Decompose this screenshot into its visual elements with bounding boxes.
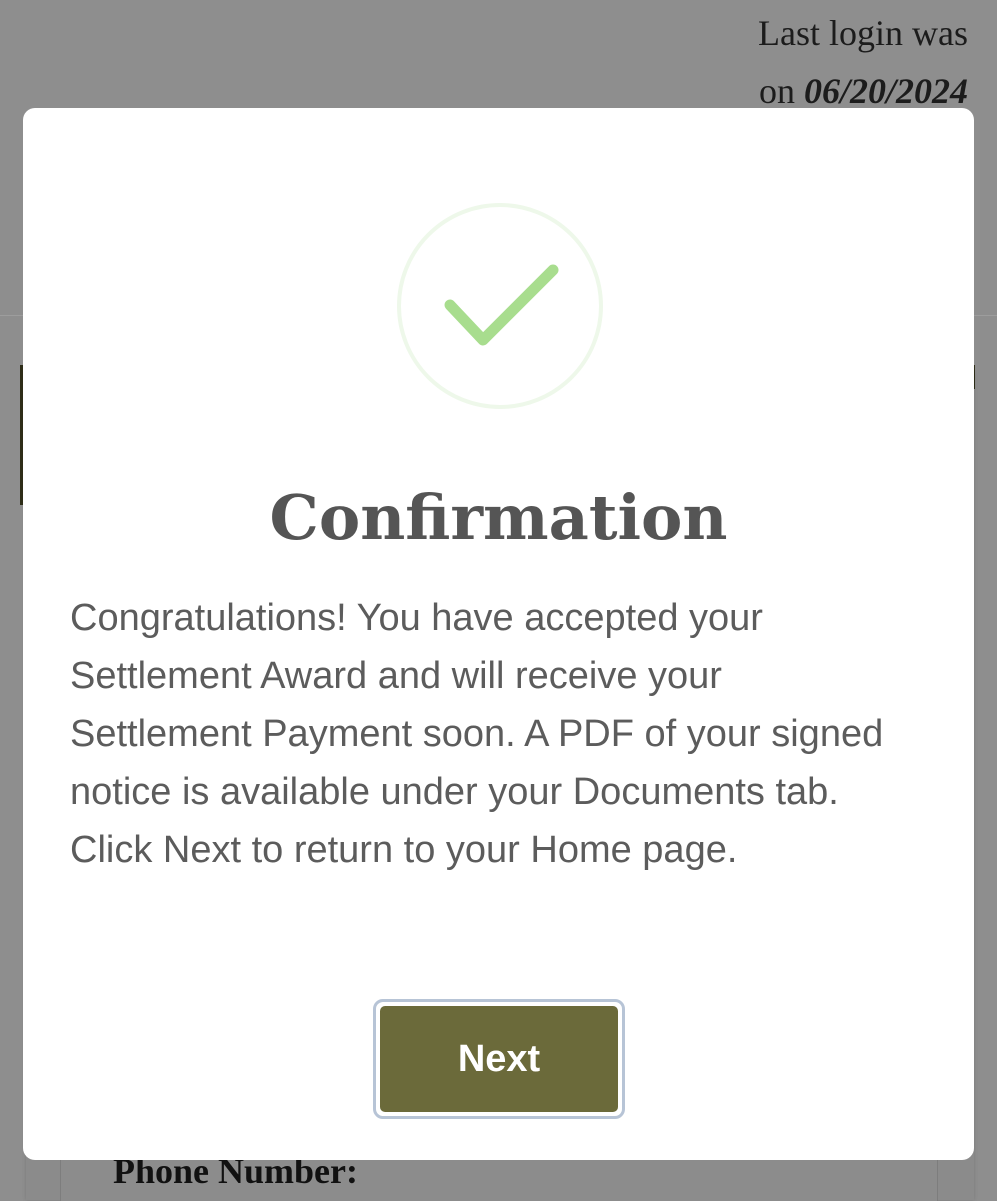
next-button-label: Next xyxy=(380,1006,618,1112)
success-ring xyxy=(397,203,603,409)
last-login-date: 06/20/2024 xyxy=(803,71,968,111)
modal-message: Congratulations! You have accepted your … xyxy=(70,597,884,871)
last-login-line1: Last login was xyxy=(758,13,968,53)
last-login-on: on xyxy=(758,71,795,111)
modal-title: Confirmation xyxy=(269,481,728,554)
last-login-info: Last login was on 06/20/2024 xyxy=(758,4,968,120)
next-button[interactable]: Next xyxy=(373,999,625,1119)
